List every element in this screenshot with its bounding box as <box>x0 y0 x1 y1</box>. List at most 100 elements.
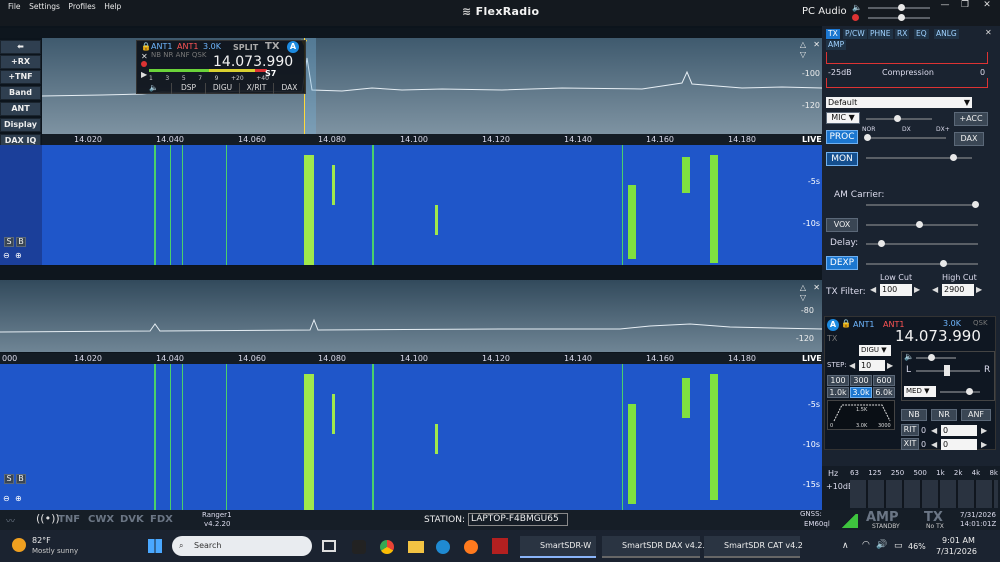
pan1-zoom-in-icon[interactable]: △ <box>800 40 806 49</box>
audio-pan-knob[interactable] <box>944 365 950 376</box>
speaker-icon[interactable]: 🔈 <box>904 352 914 361</box>
mode-select[interactable]: DIGU ▼ <box>859 345 891 356</box>
xit-input[interactable]: 0 <box>941 439 977 450</box>
xit-down-icon[interactable]: ◀ <box>931 440 937 449</box>
wf1-waterfall[interactable]: -5s -10s <box>42 145 822 265</box>
rit-input[interactable]: 0 <box>941 425 977 436</box>
mon-button[interactable]: MON <box>826 152 858 166</box>
pan1-close-icon[interactable]: ✕ <box>813 40 820 49</box>
dax-button[interactable]: DAX <box>954 132 984 146</box>
mon-level-knob[interactable] <box>950 154 957 161</box>
filter-600-button[interactable]: 600 <box>873 375 895 386</box>
chrome-icon[interactable] <box>380 540 394 554</box>
taskbar-smartsdr-dax[interactable]: SmartSDR DAX v4.2. <box>602 536 705 558</box>
weather-temp[interactable]: 82°F <box>32 536 51 545</box>
step-down-icon[interactable]: ◀ <box>849 361 855 370</box>
clock-time[interactable]: 9:01 AM <box>942 536 975 545</box>
station-input[interactable]: LAPTOP-F4BMGU65 <box>468 513 568 526</box>
file-explorer-icon[interactable] <box>408 541 424 553</box>
xit-button[interactable]: XIT <box>901 438 919 450</box>
menu-file[interactable]: File <box>8 2 21 11</box>
delay-knob[interactable] <box>878 240 885 247</box>
close-icon[interactable]: ✕ <box>141 52 148 61</box>
edge-icon[interactable] <box>436 540 450 554</box>
filter-300-button[interactable]: 300 <box>850 375 872 386</box>
lock-icon[interactable]: 🔒 <box>841 319 851 328</box>
speaker-icon[interactable]: 🔈 <box>137 83 171 94</box>
rit-down-icon[interactable]: ◀ <box>931 426 937 435</box>
eq-sliders[interactable] <box>850 480 998 508</box>
proc-level-knob[interactable] <box>864 134 871 141</box>
wf2-waterfall[interactable]: -5s -10s -15s S B ⊖ ⊕ <box>0 364 822 510</box>
am-carrier-knob[interactable] <box>972 201 979 208</box>
app-icon-pg[interactable] <box>492 538 508 554</box>
headphone-knob[interactable] <box>898 14 905 21</box>
tx-button[interactable]: TX <box>265 41 280 52</box>
mic-level-knob[interactable] <box>894 115 901 122</box>
mode-tab[interactable]: DIGU <box>205 83 239 94</box>
pan1-zoom-out-icon[interactable]: ▽ <box>800 50 806 59</box>
filter-1k-button[interactable]: 1.0k <box>827 387 849 398</box>
add-rx-button[interactable]: +RX <box>0 55 41 69</box>
cwx-button[interactable]: CWX <box>88 514 114 525</box>
audio-gain-knob[interactable] <box>928 354 935 361</box>
close-icon[interactable]: ✕ <box>985 28 992 37</box>
tab-amp[interactable]: AMP <box>826 40 847 50</box>
taskbar-smartsdr-cat[interactable]: SmartSDR CAT v4.2 <box>704 536 803 558</box>
step-input[interactable]: 10 <box>859 360 885 371</box>
dsp-tab[interactable]: DSP <box>171 83 205 94</box>
weather-icon[interactable] <box>12 538 26 552</box>
close-icon[interactable]: ✕ <box>977 0 997 12</box>
agc-select[interactable]: MED ▼ <box>904 386 936 397</box>
taskbar-smartsdr[interactable]: SmartSDR-W <box>520 536 596 558</box>
display-button[interactable]: Display <box>0 118 41 132</box>
rit-button[interactable]: RIT <box>901 424 919 436</box>
filter-3k-button[interactable]: 3.0k <box>850 387 872 398</box>
search-box[interactable]: ⌕ Search <box>172 536 312 556</box>
slice-rx-ant[interactable]: ANT1 <box>853 320 874 329</box>
pan2-spectrum[interactable]: -80 -120 △ ✕ ▽ <box>0 280 822 352</box>
slice2-frequency[interactable]: 14.073.990 <box>895 327 981 345</box>
record-icon[interactable] <box>141 61 147 67</box>
lock-icon[interactable]: 🔒 <box>141 42 151 51</box>
low-cut-up-icon[interactable]: ▶ <box>914 285 920 294</box>
wf2-b-button[interactable]: B <box>16 474 26 484</box>
filter-100-button[interactable]: 100 <box>827 375 849 386</box>
wf1-b-button[interactable]: B <box>16 237 26 247</box>
tray-chevron-icon[interactable]: ∧ <box>842 541 849 551</box>
tab-eq[interactable]: EQ <box>914 29 929 39</box>
proc-level-slider[interactable] <box>866 137 946 139</box>
pan2-zoom-out-icon[interactable]: ▽ <box>800 293 806 302</box>
record-icon[interactable] <box>852 14 859 21</box>
xrit-tab[interactable]: X/RIT <box>239 83 273 94</box>
dexp-knob[interactable] <box>940 260 947 267</box>
play-icon[interactable]: ▶ <box>141 70 147 79</box>
high-cut-input[interactable]: 2900 <box>942 284 974 296</box>
slice-flag-a[interactable]: 🔒 ANT1 ANT1 3.0K ✕ NB NR ANF QSK SPLIT T… <box>136 40 306 94</box>
windows-start-icon[interactable] <box>148 539 162 553</box>
slice-rx-ant[interactable]: ANT1 <box>151 42 172 51</box>
wf1-s-button[interactable]: S <box>4 237 14 247</box>
add-tnf-button[interactable]: +TNF <box>0 70 41 84</box>
zoom-out-icon[interactable]: ⊖ <box>3 251 10 260</box>
agc-threshold-knob[interactable] <box>966 388 973 395</box>
wifi-icon[interactable]: ◠ <box>862 540 870 550</box>
high-cut-down-icon[interactable]: ◀ <box>932 285 938 294</box>
nb-button[interactable]: NB <box>901 409 927 421</box>
ant-button[interactable]: ANT <box>0 102 41 116</box>
pan2-zoom-in-icon[interactable]: △ <box>800 283 806 292</box>
zoom-in-icon[interactable]: ⊕ <box>15 494 22 503</box>
acc-button[interactable]: +ACC <box>954 112 988 126</box>
weather-desc[interactable]: Mostly sunny <box>32 547 78 555</box>
menu-settings[interactable]: Settings <box>29 2 60 11</box>
dexp-button[interactable]: DEXP <box>826 256 858 270</box>
pan2-frequency-scale[interactable]: 000 14.020 14.040 14.060 14.080 14.100 1… <box>0 353 822 364</box>
pc-volume-knob[interactable] <box>898 4 905 11</box>
task-view-icon[interactable] <box>322 540 336 552</box>
firefox-icon[interactable] <box>464 540 478 554</box>
filter-6k-button[interactable]: 6.0k <box>873 387 895 398</box>
mic-select[interactable]: MIC ▼ <box>826 112 860 124</box>
vox-level-knob[interactable] <box>916 221 923 228</box>
tab-rx[interactable]: RX <box>895 29 910 39</box>
zoom-out-icon[interactable]: ⊖ <box>3 494 10 503</box>
